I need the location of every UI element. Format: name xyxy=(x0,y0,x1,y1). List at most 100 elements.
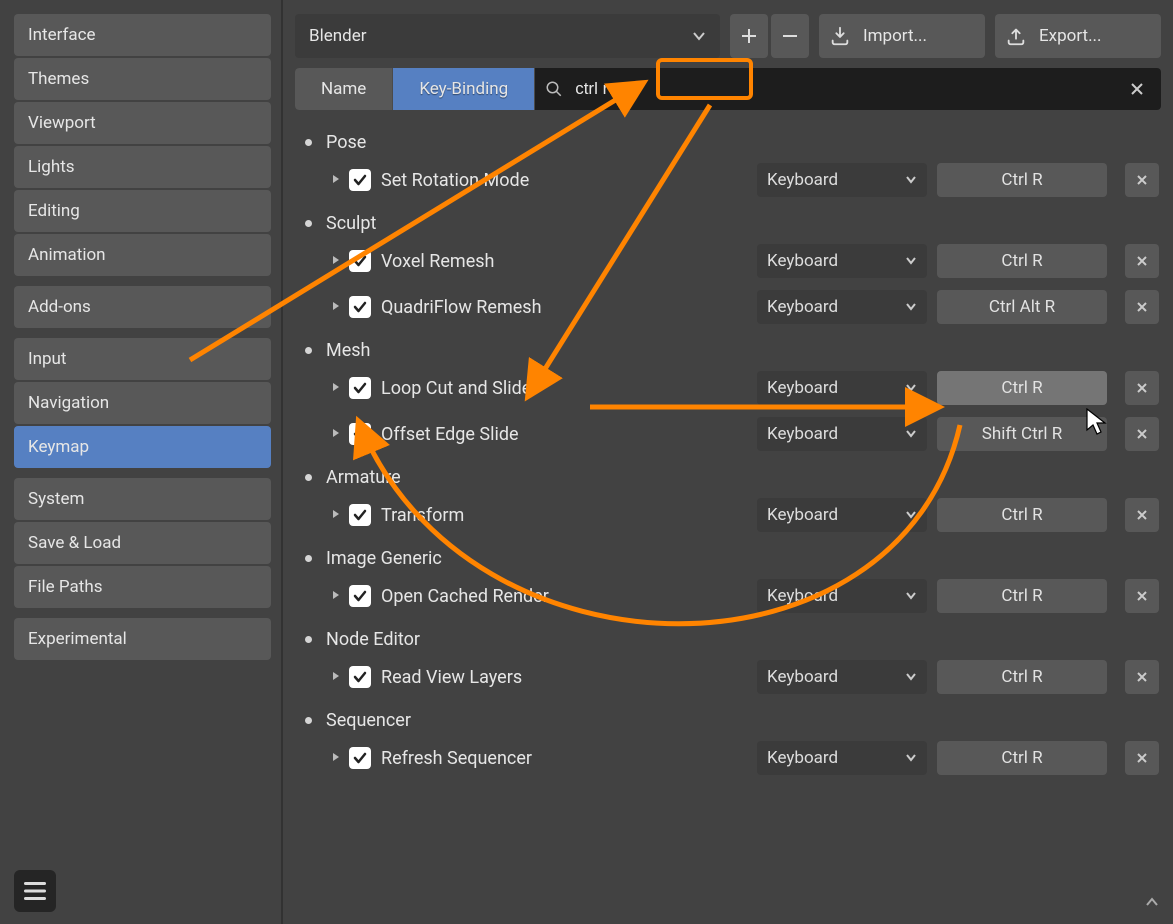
remove-keymap-button[interactable] xyxy=(1125,579,1159,613)
sidebar-item-add-ons[interactable]: Add-ons xyxy=(14,286,271,328)
disclosure-button[interactable] xyxy=(331,588,339,604)
disclosure-button[interactable] xyxy=(331,253,339,269)
keymap-label: Refresh Sequencer xyxy=(381,748,747,769)
expand-chevron-icon[interactable] xyxy=(1145,894,1159,914)
keymap-section-head[interactable]: Image Generic xyxy=(295,544,1161,573)
input-type-select[interactable]: Keyboard xyxy=(757,290,927,324)
disclosure-button[interactable] xyxy=(331,750,339,766)
keymap-row: Transform Keyboard Ctrl R xyxy=(295,492,1161,538)
sidebar-item-interface[interactable]: Interface xyxy=(14,14,271,56)
sidebar-item-navigation[interactable]: Navigation xyxy=(14,382,271,424)
keymap-row: Offset Edge Slide Keyboard Shift Ctrl R xyxy=(295,411,1161,457)
sidebar-item-file-paths[interactable]: File Paths xyxy=(14,566,271,608)
input-type-select[interactable]: Keyboard xyxy=(757,660,927,694)
sidebar-item-keymap[interactable]: Keymap xyxy=(14,426,271,468)
check-icon xyxy=(353,254,367,268)
bullet-icon xyxy=(305,474,312,481)
enabled-checkbox[interactable] xyxy=(349,250,371,272)
sidebar-item-themes[interactable]: Themes xyxy=(14,58,271,100)
keymap-section-head[interactable]: Pose xyxy=(295,128,1161,157)
keymap-section-head[interactable]: Armature xyxy=(295,463,1161,492)
enabled-checkbox[interactable] xyxy=(349,585,371,607)
preset-select[interactable]: Blender xyxy=(295,14,720,58)
keymap-label: Transform xyxy=(381,505,747,526)
preset-remove-button[interactable] xyxy=(771,14,809,58)
shortcut-button[interactable]: Ctrl R xyxy=(937,498,1107,532)
section-title: Node Editor xyxy=(326,629,420,650)
shortcut-button[interactable]: Ctrl R xyxy=(937,741,1107,775)
sidebar-item-input[interactable]: Input xyxy=(14,338,271,380)
sidebar-item-experimental[interactable]: Experimental xyxy=(14,618,271,660)
section-title: Sequencer xyxy=(326,710,411,731)
preset-add-button[interactable] xyxy=(730,14,768,58)
check-icon xyxy=(353,751,367,765)
keymap-section-head[interactable]: Node Editor xyxy=(295,625,1161,654)
enabled-checkbox[interactable] xyxy=(349,666,371,688)
disclosure-triangle-icon xyxy=(331,752,341,762)
keymap-section-head[interactable]: Mesh xyxy=(295,336,1161,365)
disclosure-button[interactable] xyxy=(331,380,339,396)
shortcut-button[interactable]: Ctrl Alt R xyxy=(937,290,1107,324)
shortcut-button[interactable]: Ctrl R xyxy=(937,660,1107,694)
disclosure-button[interactable] xyxy=(331,426,339,442)
chevron-down-icon xyxy=(905,174,917,186)
disclosure-button[interactable] xyxy=(331,507,339,523)
remove-keymap-button[interactable] xyxy=(1125,660,1159,694)
section-title: Pose xyxy=(326,132,366,153)
enabled-checkbox[interactable] xyxy=(349,504,371,526)
enabled-checkbox[interactable] xyxy=(349,296,371,318)
remove-keymap-button[interactable] xyxy=(1125,741,1159,775)
remove-keymap-button[interactable] xyxy=(1125,290,1159,324)
disclosure-button[interactable] xyxy=(331,172,339,188)
preferences-sidebar: InterfaceThemesViewportLightsEditingAnim… xyxy=(0,0,283,924)
sidebar-item-lights[interactable]: Lights xyxy=(14,146,271,188)
chevron-down-icon xyxy=(905,590,917,602)
disclosure-button[interactable] xyxy=(331,669,339,685)
sidebar-item-viewport[interactable]: Viewport xyxy=(14,102,271,144)
enabled-checkbox[interactable] xyxy=(349,377,371,399)
shortcut-button[interactable]: Ctrl R xyxy=(937,244,1107,278)
input-type-select[interactable]: Keyboard xyxy=(757,498,927,532)
shortcut-button[interactable]: Shift Ctrl R xyxy=(937,417,1107,451)
disclosure-button[interactable] xyxy=(331,299,339,315)
remove-keymap-button[interactable] xyxy=(1125,417,1159,451)
keymap-label: Offset Edge Slide xyxy=(381,424,747,445)
sidebar-item-editing[interactable]: Editing xyxy=(14,190,271,232)
input-type-select[interactable]: Keyboard xyxy=(757,163,927,197)
keymap-label: Loop Cut and Slide xyxy=(381,378,747,399)
shortcut-button[interactable]: Ctrl R xyxy=(937,163,1107,197)
section-title: Mesh xyxy=(326,340,370,361)
disclosure-triangle-icon xyxy=(331,428,341,438)
input-type-select[interactable]: Keyboard xyxy=(757,371,927,405)
input-type-select[interactable]: Keyboard xyxy=(757,417,927,451)
remove-keymap-button[interactable] xyxy=(1125,244,1159,278)
remove-keymap-button[interactable] xyxy=(1125,498,1159,532)
shortcut-button[interactable]: Ctrl R xyxy=(937,579,1107,613)
remove-keymap-button[interactable] xyxy=(1125,163,1159,197)
enabled-checkbox[interactable] xyxy=(349,747,371,769)
chevron-down-icon xyxy=(905,671,917,683)
input-type-select[interactable]: Keyboard xyxy=(757,244,927,278)
filter-keybinding-button[interactable]: Key-Binding xyxy=(393,68,535,110)
enabled-checkbox[interactable] xyxy=(349,423,371,445)
remove-keymap-button[interactable] xyxy=(1125,371,1159,405)
sidebar-item-save-load[interactable]: Save & Load xyxy=(14,522,271,564)
input-type-select[interactable]: Keyboard xyxy=(757,579,927,613)
close-icon xyxy=(1136,509,1148,521)
keymap-section-head[interactable]: Sculpt xyxy=(295,209,1161,238)
search-input[interactable] xyxy=(573,78,1113,100)
sidebar-item-system[interactable]: System xyxy=(14,478,271,520)
export-label: Export... xyxy=(1039,26,1102,46)
clear-search-button[interactable] xyxy=(1123,75,1151,103)
save-load-menu-button[interactable] xyxy=(14,870,56,912)
enabled-checkbox[interactable] xyxy=(349,169,371,191)
filter-name-button[interactable]: Name xyxy=(295,68,393,110)
bullet-icon xyxy=(305,717,312,724)
keymap-section-head[interactable]: Sequencer xyxy=(295,706,1161,735)
input-type-select[interactable]: Keyboard xyxy=(757,741,927,775)
export-button[interactable]: Export... xyxy=(995,14,1161,58)
import-button[interactable]: Import... xyxy=(819,14,985,58)
keymap-label: Open Cached Render xyxy=(381,586,747,607)
sidebar-item-animation[interactable]: Animation xyxy=(14,234,271,276)
shortcut-button[interactable]: Ctrl R xyxy=(937,371,1107,405)
